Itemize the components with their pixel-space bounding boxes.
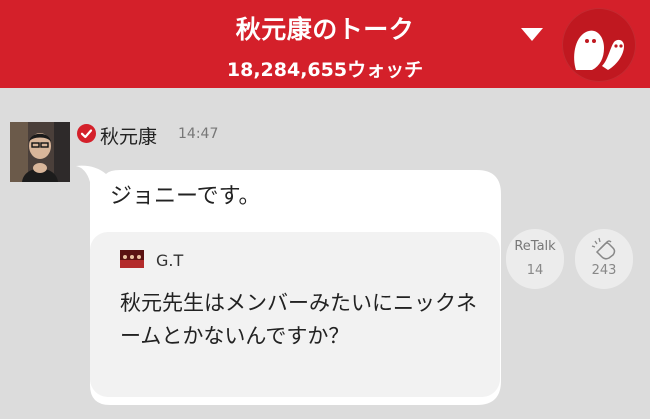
chevron-down-icon[interactable] [521, 28, 543, 42]
clap-button[interactable]: 243 [575, 229, 633, 289]
author-name[interactable]: 秋元康 [100, 122, 157, 149]
watch-count: 18,284,655ウォッチ [226, 59, 424, 81]
quote-author-name: G.T [156, 251, 184, 270]
page-title: 秋元康のトーク [235, 15, 415, 44]
quote-author-thumbnail [120, 250, 144, 268]
verified-badge-icon [77, 124, 96, 143]
message-time: 14:47 [178, 126, 219, 142]
quote-text: 秋元先生はメンバーみたいにニックネームとかないんですか？ [120, 291, 477, 348]
avatar[interactable] [10, 122, 70, 182]
clap-icon [591, 237, 616, 260]
retalk-count: 14 [526, 263, 544, 278]
mascot-icon[interactable] [562, 8, 636, 82]
retalk-button[interactable]: ReTalk 14 [506, 229, 564, 289]
app-header: 秋元康のトーク 18,284,655ウォッチ [0, 0, 650, 88]
clap-count: 243 [591, 263, 617, 278]
retalk-label: ReTalk [514, 239, 556, 254]
message-text: ジョニーです。 [110, 184, 261, 209]
